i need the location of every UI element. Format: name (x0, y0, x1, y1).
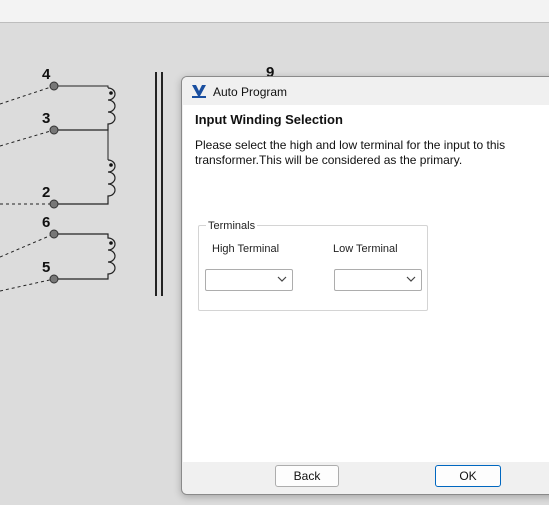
app-top-bar (0, 0, 549, 23)
terminal-label-2: 2 (42, 184, 51, 201)
dialog-title: Auto Program (213, 85, 288, 99)
polarity-dot (109, 91, 113, 95)
lead-line-3 (0, 129, 55, 147)
terminal-pin-4 (49, 81, 59, 91)
terminal-label-6: 6 (42, 214, 51, 231)
terminals-groupbox: Terminals High Terminal Low Terminal (198, 220, 428, 311)
chevron-down-icon (277, 276, 287, 282)
lead-line-4 (0, 85, 55, 105)
terminal-pin-3 (49, 125, 59, 135)
low-terminal-select[interactable] (334, 269, 422, 291)
coil-middle (54, 159, 116, 205)
page-heading: Input Winding Selection (195, 112, 343, 127)
coil-lower (54, 233, 116, 280)
ok-button[interactable]: OK (435, 465, 501, 487)
coil-upper (54, 87, 116, 131)
lead-line-5 (0, 278, 55, 292)
terminals-group-legend: Terminals (206, 220, 258, 232)
lead-line-6 (0, 233, 55, 258)
polarity-dot (109, 241, 113, 245)
high-terminal-select[interactable] (205, 269, 293, 291)
app-logo-icon (192, 85, 206, 98)
dialog-titlebar[interactable]: Auto Program (182, 77, 549, 105)
auto-program-dialog: Auto Program Input Winding Selection Ple… (181, 76, 549, 495)
wire-4 (54, 85, 109, 88)
dialog-content: Input Winding Selection Please select th… (183, 105, 549, 462)
chevron-down-icon (406, 276, 416, 282)
terminal-label-5: 5 (42, 259, 51, 276)
page-description: Please select the high and low terminal … (195, 138, 506, 167)
high-terminal-label: High Terminal (212, 243, 280, 255)
terminal-label-3: 3 (42, 110, 51, 127)
dialog-button-bar: Back OK (183, 462, 549, 494)
back-button[interactable]: Back (275, 465, 339, 487)
terminal-pin-6 (49, 229, 59, 239)
polarity-dot (109, 163, 113, 167)
terminal-pin-5 (49, 274, 59, 284)
low-terminal-label: Low Terminal (333, 243, 398, 255)
terminal-label-4: 4 (42, 66, 51, 83)
terminal-pin-2 (49, 199, 59, 209)
